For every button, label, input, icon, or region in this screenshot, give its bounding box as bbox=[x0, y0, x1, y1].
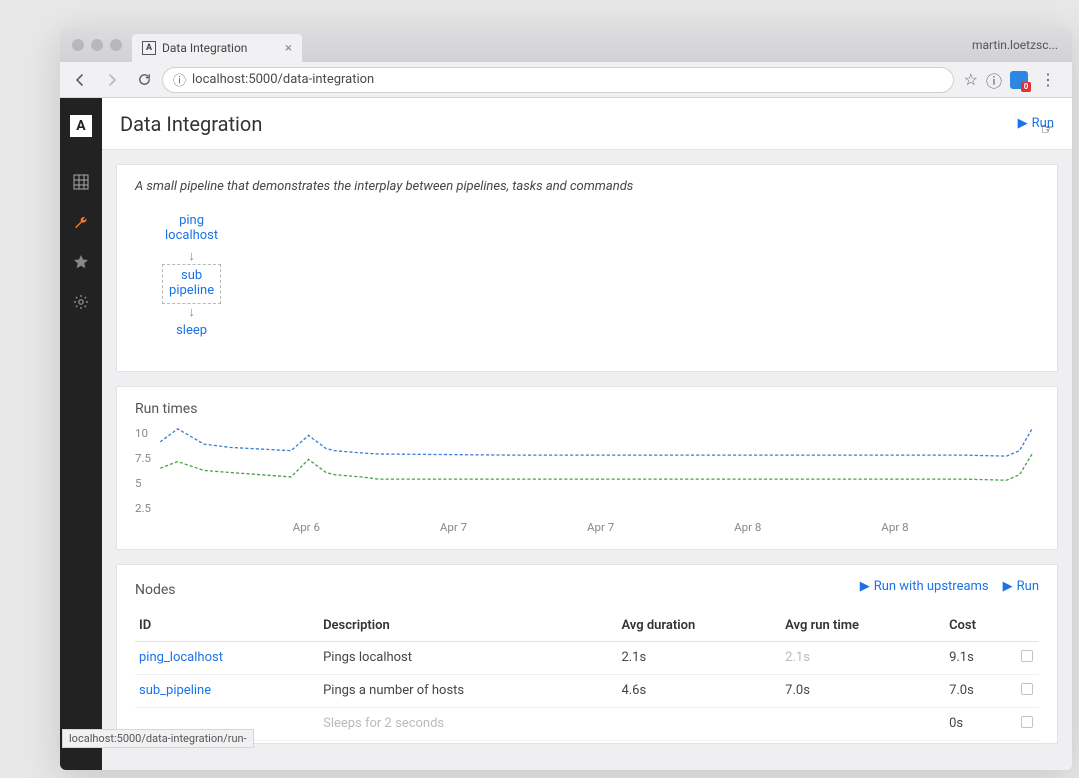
runtimes-chart: 10 7.5 5 2.5 Apr 6 Apr 7 Apr 7 Apr 8 bbox=[135, 425, 1039, 535]
col-avg-dur[interactable]: Avg duration bbox=[617, 610, 781, 642]
runtimes-panel: Run times 10 7.5 5 2.5 Apr 6 bbox=[116, 386, 1058, 550]
run-upstream-label: Run with upstreams bbox=[874, 579, 989, 594]
col-cost[interactable]: Cost bbox=[945, 610, 1015, 642]
node-avg-runtime bbox=[781, 707, 945, 740]
node-cost: 7.0s bbox=[945, 674, 1015, 707]
page-title: Data Integration bbox=[120, 112, 262, 136]
run-with-upstreams-button[interactable]: ▶ Run with upstreams bbox=[860, 579, 989, 594]
app-logo[interactable]: A bbox=[60, 100, 102, 152]
nodes-run-button[interactable]: ▶ Run bbox=[1003, 579, 1039, 594]
row-checkbox[interactable] bbox=[1021, 683, 1033, 695]
overview-panel: A small pipeline that demonstrates the i… bbox=[116, 164, 1058, 372]
node-cost: 0s bbox=[945, 707, 1015, 740]
svg-text:Apr 8: Apr 8 bbox=[734, 521, 761, 534]
play-icon: ▶ bbox=[860, 579, 870, 594]
tab-favicon: A bbox=[142, 41, 156, 55]
arrow-down-icon: ↓ bbox=[162, 304, 222, 320]
nodes-table: ID Description Avg duration Avg run time… bbox=[135, 610, 1039, 741]
wrench-icon[interactable] bbox=[71, 212, 91, 232]
table-row: ping_localhostPings localhost2.1s2.1s9.1… bbox=[135, 641, 1039, 674]
col-desc[interactable]: Description bbox=[319, 610, 617, 642]
bookmark-icon[interactable]: ☆ bbox=[964, 70, 978, 89]
sidebar: A bbox=[60, 98, 102, 770]
nodes-panel: Nodes ▶ Run with upstreams ▶ Run ID Descri… bbox=[116, 564, 1058, 744]
node-desc: Pings localhost bbox=[319, 641, 617, 674]
chart-series-upper bbox=[160, 427, 1032, 455]
node-desc: Pings a number of hosts bbox=[319, 674, 617, 707]
cursor-icon: ☞ bbox=[1041, 120, 1054, 138]
node-avg-runtime: 7.0s bbox=[781, 674, 945, 707]
svg-text:10: 10 bbox=[135, 427, 148, 440]
page-header: Data Integration ▶ Run ☞ bbox=[102, 98, 1072, 150]
scroll-area[interactable]: A small pipeline that demonstrates the i… bbox=[102, 150, 1072, 770]
table-row: Sleeps for 2 seconds 0s bbox=[135, 707, 1039, 740]
col-id[interactable]: ID bbox=[135, 610, 319, 642]
extension-badge-count: 0 bbox=[1021, 82, 1031, 92]
browser-tab[interactable]: A Data Integration × bbox=[132, 34, 302, 62]
main-content: Data Integration ▶ Run ☞ A small pipelin… bbox=[102, 98, 1072, 770]
svg-text:Apr 6: Apr 6 bbox=[293, 521, 320, 534]
node-desc: Sleeps for 2 seconds bbox=[319, 707, 617, 740]
grid-icon[interactable] bbox=[71, 172, 91, 192]
pipeline-description: A small pipeline that demonstrates the i… bbox=[135, 179, 1039, 194]
row-checkbox[interactable] bbox=[1021, 716, 1033, 728]
close-window-icon[interactable] bbox=[72, 39, 84, 51]
chart-y-axis: 10 7.5 5 2.5 bbox=[135, 427, 151, 515]
nodes-title: Nodes bbox=[135, 582, 176, 598]
runtimes-title: Run times bbox=[135, 401, 1039, 417]
node-id-link[interactable]: ping_localhost bbox=[135, 641, 319, 674]
node-avg-duration: 4.6s bbox=[617, 674, 781, 707]
node-avg-runtime: 2.1s bbox=[781, 641, 945, 674]
gear-icon[interactable] bbox=[71, 292, 91, 312]
site-info-icon[interactable]: ⓘ bbox=[173, 70, 186, 89]
svg-text:2.5: 2.5 bbox=[135, 502, 151, 515]
node-avg-duration: 2.1s bbox=[617, 641, 781, 674]
url-bar: ⓘ localhost:5000/data-integration ☆ ⓘ 0 … bbox=[60, 62, 1072, 98]
node-avg-duration bbox=[617, 707, 781, 740]
play-icon: ▶ bbox=[1018, 116, 1028, 131]
tab-title: Data Integration bbox=[162, 41, 247, 55]
pipeline-graph: ping localhost ↓ sub pipeline ↓ sleep bbox=[135, 204, 1039, 357]
browser-menu-icon[interactable]: ⋮ bbox=[1036, 70, 1060, 89]
nodes-run-label: Run bbox=[1017, 579, 1039, 594]
url-field[interactable]: ⓘ localhost:5000/data-integration bbox=[162, 67, 954, 93]
logo-letter: A bbox=[68, 113, 94, 139]
url-text: localhost:5000/data-integration bbox=[192, 72, 374, 87]
info-icon[interactable]: ⓘ bbox=[986, 68, 1002, 92]
close-tab-icon[interactable]: × bbox=[285, 41, 292, 56]
status-bar-hint: localhost:5000/data-integration/run- bbox=[62, 729, 254, 748]
graph-node-sub-pipeline[interactable]: sub pipeline bbox=[162, 264, 221, 304]
extension-icon[interactable]: 0 bbox=[1010, 71, 1028, 89]
reload-button[interactable] bbox=[130, 66, 158, 94]
svg-text:Apr 8: Apr 8 bbox=[881, 521, 908, 534]
minimize-window-icon[interactable] bbox=[91, 39, 103, 51]
forward-button[interactable] bbox=[98, 66, 126, 94]
star-icon[interactable] bbox=[71, 252, 91, 272]
browser-profile[interactable]: martin.loetzsc... bbox=[972, 38, 1064, 52]
node-cost: 9.1s bbox=[945, 641, 1015, 674]
node-id-link[interactable]: sub_pipeline bbox=[135, 674, 319, 707]
window-controls[interactable] bbox=[72, 39, 122, 51]
zoom-window-icon[interactable] bbox=[110, 39, 122, 51]
svg-text:5: 5 bbox=[135, 477, 141, 490]
table-row: sub_pipelinePings a number of hosts4.6s7… bbox=[135, 674, 1039, 707]
back-button[interactable] bbox=[66, 66, 94, 94]
graph-node-sleep[interactable]: sleep bbox=[170, 320, 213, 343]
svg-text:Apr 7: Apr 7 bbox=[587, 521, 614, 534]
app-body: A Data Integration ▶ Run ☞ bbox=[60, 98, 1072, 770]
play-icon: ▶ bbox=[1003, 579, 1013, 594]
row-checkbox[interactable] bbox=[1021, 650, 1033, 662]
arrow-down-icon: ↓ bbox=[162, 248, 222, 264]
tab-strip: A Data Integration × martin.loetzsc... bbox=[60, 28, 1072, 62]
col-avg-run[interactable]: Avg run time bbox=[781, 610, 945, 642]
chart-series-lower bbox=[160, 453, 1032, 480]
svg-text:7.5: 7.5 bbox=[135, 452, 151, 465]
graph-node-ping-localhost[interactable]: ping localhost bbox=[159, 210, 224, 248]
col-select bbox=[1015, 610, 1039, 642]
browser-window: A Data Integration × martin.loetzsc... ⓘ… bbox=[60, 28, 1072, 770]
svg-text:Apr 7: Apr 7 bbox=[440, 521, 467, 534]
chart-x-axis: Apr 6 Apr 7 Apr 7 Apr 8 Apr 8 bbox=[293, 521, 909, 534]
